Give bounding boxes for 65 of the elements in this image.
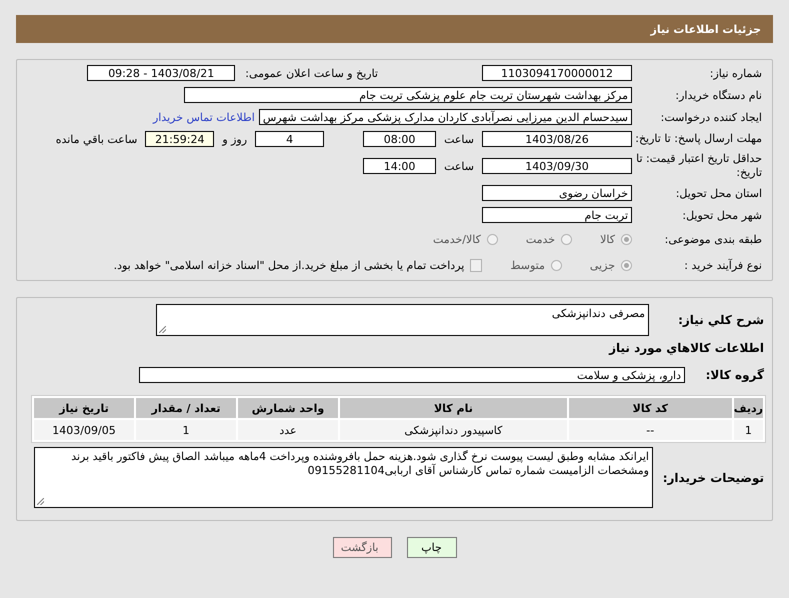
time-field: 14:00 [363,158,436,174]
field-label: ساعت [443,160,475,172]
field-label: توضیحات خریدار: [662,470,765,484]
option-label: جزیی [590,258,615,272]
radio-button[interactable] [486,234,498,244]
checkbox[interactable] [470,258,482,272]
buyer-contact-link[interactable]: اطلاعات تماس خریدار [152,110,255,124]
column-header: تاریخ نیاز [34,398,134,418]
field-label: ساعت [443,132,475,146]
radio-button[interactable] [621,260,632,270]
table-cell: 1 [136,420,236,440]
table-cell: 1403/09/05 [34,420,134,440]
table-cell: 1 [734,420,763,440]
radio-button[interactable] [550,260,562,270]
field-label: ساعت باقي مانده [54,132,138,146]
field-label: استان محل تحویل: [674,186,763,200]
page-title: جزئیات اطلاعات نیاز [650,22,761,36]
field-label: تاریخ و ساعت اعلان عمومی: [245,66,378,80]
field-label: نام دستگاه خریدار: [674,88,763,102]
column-header: واحد شمارش [238,398,338,418]
column-header: کد کالا [568,398,732,418]
column-header: تعداد / مقدار [136,398,236,418]
field-label: ایجاد کننده درخواست: [660,110,763,124]
buyer-notes-field[interactable]: ایرانکد مشابه وطبق لیست پیوست نرخ گذاری شود.هزینه حمل بافروشنده وپرداخت 4ماهه میباشد الصاق پیش فاکتور باقید برند ومشخصات الزامیست شماره تماس کارشناس آقای اربابی09155281104 [34,447,653,508]
buyer-field: مرکز بهداشت شهرستان تربت جام علوم پزشکی تربت جام [184,87,632,103]
resize-grip-icon [159,326,166,333]
goods-group-field: دارو، پزشکی و سلامت [139,367,685,383]
column-header: ردیف [734,398,763,418]
creator-field: سیدحسام الدین میرزایی نصرآبادی کاردان مدارک پزشکی مرکز بهداشت شهرس [258,109,632,125]
need-number-field: 1103094170000012 [482,65,632,81]
option-label: کالا/خدمت [433,232,481,246]
description-field[interactable]: مصرفی دندانپزشکی [156,304,649,336]
field-label: شماره نیاز: [708,66,763,80]
table-cell: کاسپیدور دندانپزشکی [340,420,567,440]
field-label: شرح کلي نیاز: [677,313,765,327]
radio-button[interactable] [561,234,572,244]
option-label: متوسط [510,258,545,272]
field-value: ایرانکد مشابه وطبق لیست پیوست نرخ گذاری شود.هزینه حمل بافروشنده وپرداخت 4ماهه میباشد الصاق پیش فاکتور باقید برند ومشخصات الزامیست شماره تماس کارشناس آقای اربابی09155281104 [70,450,649,478]
table-cell: -- [568,420,732,440]
section-heading: اطلاعات کالاهاي مورد نیاز [608,341,765,355]
time-field: 08:00 [363,131,436,147]
column-header: نام کالا [340,398,567,418]
field-value: مصرفی دندانپزشکی [550,307,645,321]
announce-date-field: 1403/08/21 - 09:28 [87,65,236,81]
print-button[interactable]: چاپ [406,537,456,558]
option-label: کالا [600,232,615,246]
resize-grip-icon [37,498,44,505]
radio-button[interactable] [621,234,632,244]
date-field: 1403/08/26 [482,131,632,147]
field-label: نوع فرآیند خرید : [683,258,763,272]
date-field: 1403/09/30 [482,158,632,174]
option-label: خدمت [526,232,556,246]
field-label: طبقه بندی موضوعی: [664,232,763,246]
field-label: پرداخت تمام یا بخشی از مبلغ خرید.از محل "اسناد خزانه اسلامی" خواهد بود. [114,258,464,272]
table-cell: عدد [238,420,338,440]
province-field: خراسان رضوی [482,185,632,201]
back-button[interactable]: بازگشت [332,537,392,558]
field-label: مهلت ارسال پاسخ: تا تاریخ: [634,132,763,146]
city-field: تربت جام [482,207,632,223]
field-label: گروه کالا: [704,368,765,382]
days-field: 4 [255,131,324,147]
field-label: شهر محل تحویل: [681,208,763,222]
remaining-time-field: 21:59:24 [145,131,214,147]
field-label: حداقل تاریخ اعتبار قیمت: تا تاریخ: [635,152,763,180]
field-label: روز و [220,132,248,146]
